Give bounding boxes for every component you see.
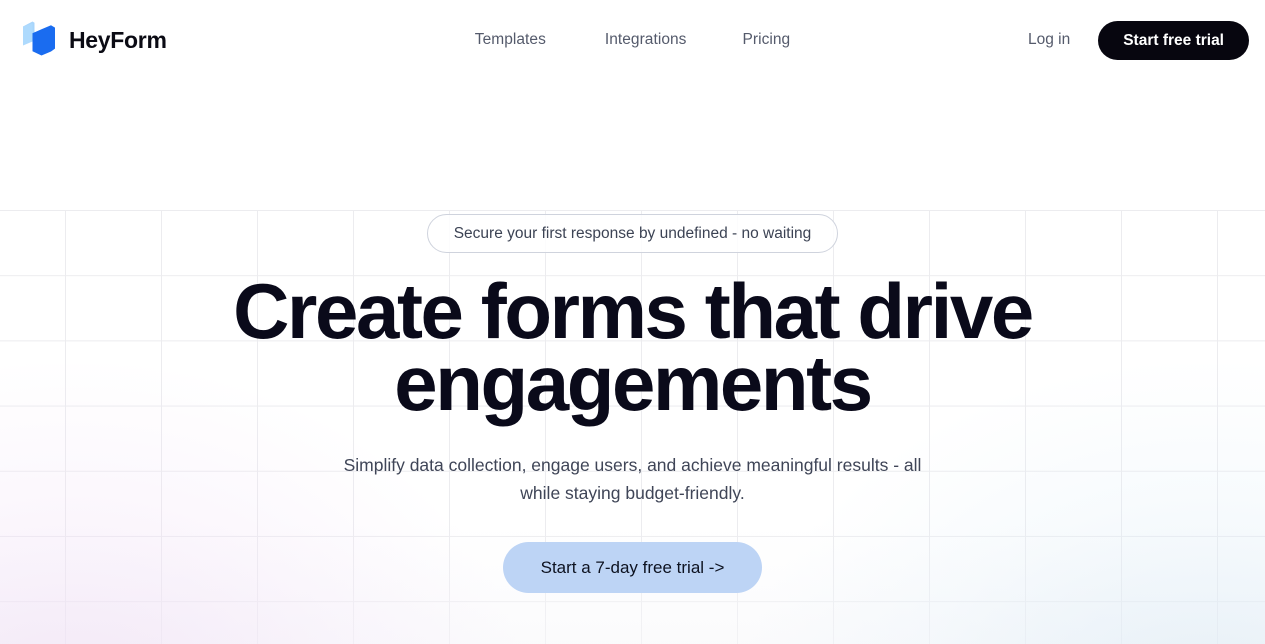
brand-name: HeyForm [69, 26, 167, 53]
hero-title-line-2: engagements [394, 338, 873, 427]
nav-link-integrations[interactable]: Integrations [591, 25, 701, 55]
heyform-logo-icon [21, 20, 57, 60]
start-free-trial-button[interactable]: Start free trial [1098, 20, 1249, 60]
hero-subtitle: Simplify data collection, engage users, … [344, 451, 922, 508]
login-link[interactable]: Log in [1028, 31, 1070, 49]
hero-subtitle-line-2: while staying budget-friendly. [520, 482, 745, 503]
nav-link-pricing[interactable]: Pricing [728, 25, 804, 55]
page-title: Create forms that drive engagements [233, 272, 1034, 422]
header-actions: Log in Start free trial [1028, 0, 1249, 80]
hero-cta-button[interactable]: Start a 7-day free trial -> [502, 542, 763, 594]
nav-link-templates[interactable]: Templates [461, 25, 560, 55]
hero-badge[interactable]: Secure your first response by undefined … [426, 214, 839, 253]
hero-subtitle-line-1: Simplify data collection, engage users, … [343, 454, 922, 475]
site-header: HeyForm Templates Integrations Pricing L… [0, 0, 1265, 80]
landing-page: HeyForm Templates Integrations Pricing L… [0, 0, 1265, 644]
brand-logo-link[interactable]: HeyForm [21, 20, 167, 60]
